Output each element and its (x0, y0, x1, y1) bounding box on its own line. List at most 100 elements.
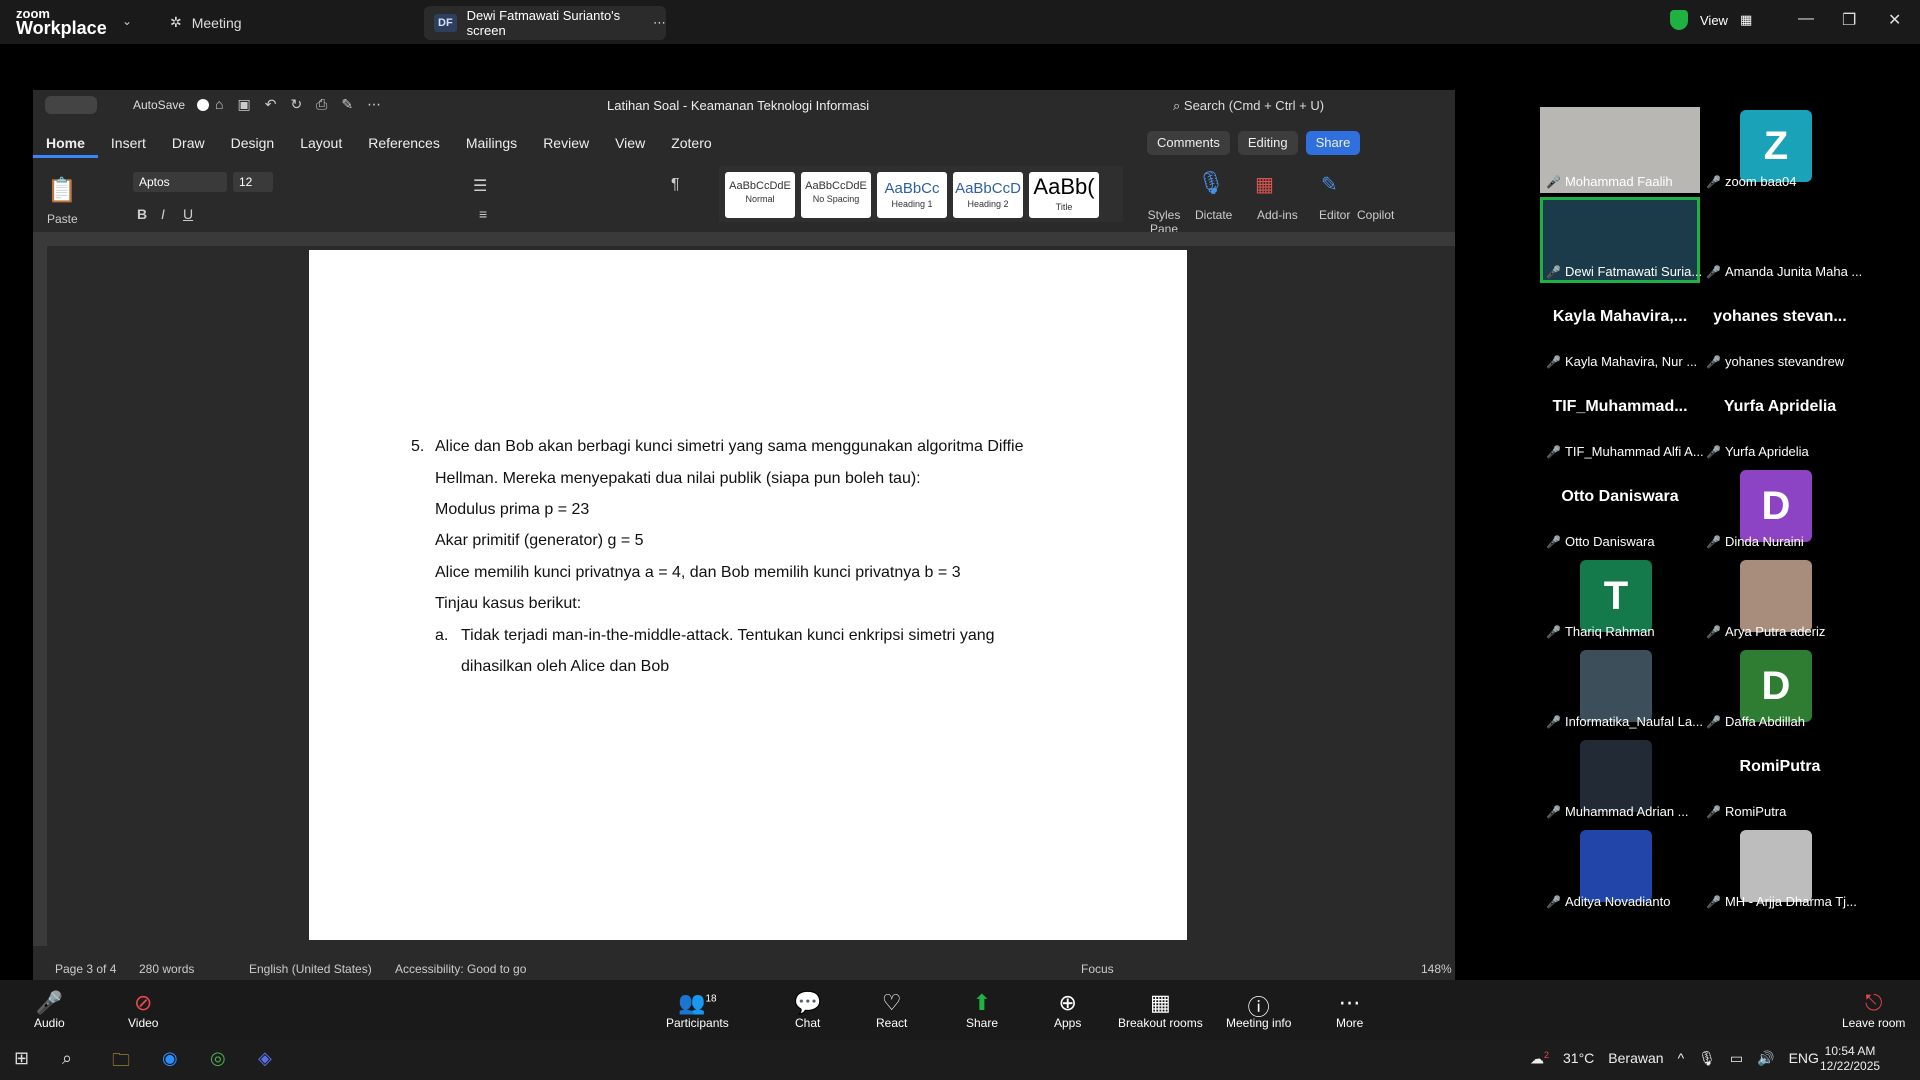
tab-view[interactable]: View (602, 130, 658, 158)
addins-button[interactable]: Add-ins (1257, 208, 1298, 222)
share-button[interactable]: Share (1305, 131, 1361, 155)
focus-button[interactable]: Focus (1081, 962, 1114, 976)
volume-icon[interactable]: 🔊 (1757, 1050, 1774, 1068)
autosave-toggle[interactable] (197, 99, 210, 111)
search-icon[interactable]: ⌕ (62, 1048, 72, 1069)
style-normal[interactable]: AaBbCcDdE Normal (725, 172, 795, 218)
chat-button[interactable]: 💬 Chat (794, 990, 821, 1030)
addins-icon[interactable]: ▦ (1255, 172, 1274, 197)
participant-tile[interactable]: Otto Daniswara 🎤 Otto Daniswara (1540, 470, 1700, 552)
editor-button[interactable]: Editor (1319, 208, 1350, 222)
bullets-icon[interactable]: ☰ (473, 176, 487, 196)
dictate-button[interactable]: Dictate (1195, 208, 1232, 222)
tab-draw[interactable]: Draw (159, 130, 218, 158)
participant-tile[interactable]: 🎤 Dewi Fatmawati Suria... (1540, 197, 1702, 283)
video-button[interactable]: ⊘ Video (128, 990, 158, 1030)
participant-tile[interactable]: 🎤 Informatika_Naufal La... (1540, 650, 1703, 732)
restore-icon[interactable]: ❐ (1842, 10, 1856, 30)
copilot-button[interactable]: Copilot (1357, 208, 1394, 222)
style-title[interactable]: AaBb(Title (1029, 172, 1099, 218)
tab-references[interactable]: References (355, 130, 453, 158)
language-indicator[interactable]: ENG (1789, 1050, 1819, 1068)
align-left-icon[interactable]: ≡ (479, 206, 487, 222)
meeting-tab[interactable]: ✲ Meeting (170, 14, 242, 31)
minimize-icon[interactable]: — (1798, 10, 1814, 28)
tab-review[interactable]: Review (530, 130, 602, 158)
redo-icon[interactable]: ↻ (290, 96, 302, 113)
mic-icon[interactable]: 🎙 (1698, 1050, 1716, 1068)
participant-tile[interactable]: Yurfa Apridelia 🎤 Yurfa Apridelia (1700, 380, 1860, 462)
participant-tile[interactable]: 🎤 Muhammad Adrian ... (1540, 740, 1700, 822)
undo-icon[interactable]: ↶ (265, 96, 277, 113)
editing-button[interactable]: Editing (1237, 131, 1298, 155)
participant-tile[interactable]: 🎤 Aditya Novadianto (1540, 830, 1700, 912)
language[interactable]: English (United States) (249, 962, 372, 976)
bold-button[interactable]: B (137, 206, 147, 222)
participant-tile[interactable]: Kayla Mahavira,... 🎤 Kayla Mahavira, Nur .… (1540, 290, 1700, 372)
participant-tile[interactable]: 🎤 MH - Arjja Dharma Tj... (1700, 830, 1860, 912)
participants-button[interactable]: 👥18 Participants (666, 990, 729, 1030)
participant-tile[interactable]: D 🎤 Daffa Abdillah (1700, 650, 1860, 732)
participant-tile[interactable]: 🎤 Arya Putra aderiz (1700, 560, 1860, 642)
italic-button[interactable]: I (161, 206, 165, 222)
accessibility-status[interactable]: Accessibility: Good to go (395, 962, 526, 976)
edit-icon[interactable]: ✎ (341, 96, 353, 113)
react-button[interactable]: ♡ React (876, 990, 907, 1030)
tab-design[interactable]: Design (218, 130, 288, 158)
more-button[interactable]: ⋯ More (1336, 990, 1363, 1030)
print-icon[interactable]: ⎙ (316, 96, 327, 113)
taskbar-clock[interactable]: 10:54 AM 12/22/2025 (1820, 1044, 1880, 1074)
chevron-up-icon[interactable]: ^ (1678, 1050, 1685, 1068)
document-title[interactable]: Latihan Soal - Keamanan Teknologi Inform… (607, 98, 869, 113)
participant-tile[interactable]: 🎤 Amanda Junita Maha ... (1700, 200, 1862, 282)
tab-zotero[interactable]: Zotero (658, 130, 724, 158)
participant-tile[interactable]: yohanes stevan... 🎤 yohanes stevandrew (1700, 290, 1860, 372)
more-options-icon[interactable]: ⋯ (653, 15, 666, 31)
comments-button[interactable]: Comments (1147, 131, 1230, 155)
chrome-icon[interactable]: ◎ (210, 1048, 226, 1069)
apps-button[interactable]: ⊕ Apps (1054, 990, 1081, 1030)
leave-room-button[interactable]: ⎋ Leave room (1842, 990, 1905, 1030)
screen-share-tab[interactable]: DF Dewi Fatmawati Surianto's screen ⋯ (424, 6, 666, 40)
workplace-chevron-down-icon[interactable]: ⌄ (122, 14, 132, 28)
breakout-rooms-button[interactable]: ▦ Breakout rooms (1118, 990, 1203, 1030)
participant-tile[interactable]: T 🎤 Thariq Rahman (1540, 560, 1700, 642)
underline-button[interactable]: U (183, 206, 193, 222)
meeting-info-button[interactable]: ⓘ Meeting info (1226, 990, 1291, 1030)
pilcrow-icon[interactable]: ¶ (671, 176, 680, 194)
editor-icon[interactable]: ✎ (1321, 172, 1338, 197)
network-icon[interactable]: ▭ (1730, 1050, 1743, 1068)
tab-insert[interactable]: Insert (98, 130, 159, 158)
zoom-level[interactable]: 148% (1421, 962, 1452, 976)
paste-icon[interactable]: 📋 (47, 176, 77, 205)
search-input[interactable]: ⌕ Search (Cmd + Ctrl + U) (1173, 98, 1324, 114)
audio-button[interactable]: 🎤 Audio (34, 990, 65, 1030)
windows-start-icon[interactable]: ⊞ (14, 1048, 29, 1069)
font-size-select[interactable]: 12 (233, 172, 273, 192)
participant-tile[interactable]: 🎤 Mohammad Faalih (1540, 107, 1700, 193)
home-icon[interactable]: ⌂ (215, 96, 223, 113)
close-icon[interactable]: ✕ (1888, 10, 1901, 30)
save-icon[interactable]: ▣ (237, 96, 250, 113)
view-button[interactable]: View ▦ (1670, 10, 1752, 30)
document-page[interactable]: 5. Alice dan Bob akan berbagi kunci sime… (309, 250, 1187, 940)
participant-tile[interactable]: RomiPutra 🎤 RomiPutra (1700, 740, 1860, 822)
participant-tile[interactable]: D 🎤 Dinda Nuraini (1700, 470, 1860, 552)
participant-tile[interactable]: Z 🎤 zoom baa04 (1700, 110, 1860, 192)
zoom-app-icon[interactable]: ◉ (162, 1048, 178, 1069)
more-icon[interactable]: ⋯ (367, 96, 381, 113)
share-screen-button[interactable]: ⬆ Share (966, 990, 998, 1030)
style-heading-2[interactable]: AaBbCcD Heading 2 (953, 172, 1023, 218)
file-explorer-icon[interactable]: 🗀 (112, 1048, 130, 1078)
tab-home[interactable]: Home (33, 130, 98, 158)
style-heading-1[interactable]: AaBbCc Heading 1 (877, 172, 947, 218)
tab-layout[interactable]: Layout (287, 130, 355, 158)
participant-tile[interactable]: TIF_Muhammad... 🎤 TIF_Muhammad Alfi A... (1540, 380, 1704, 462)
tab-mailings[interactable]: Mailings (453, 130, 530, 158)
microphone-icon[interactable]: 🎙 (1197, 170, 1225, 196)
weather-icon[interactable]: ☁2 (1530, 1050, 1549, 1068)
font-family-select[interactable]: Aptos (133, 172, 227, 192)
zoom-meeting-app-icon[interactable]: ◈ (258, 1048, 272, 1069)
style-no-spacing[interactable]: AaBbCcDdE No Spacing (801, 172, 871, 218)
sidebar-toggle[interactable] (45, 96, 97, 114)
